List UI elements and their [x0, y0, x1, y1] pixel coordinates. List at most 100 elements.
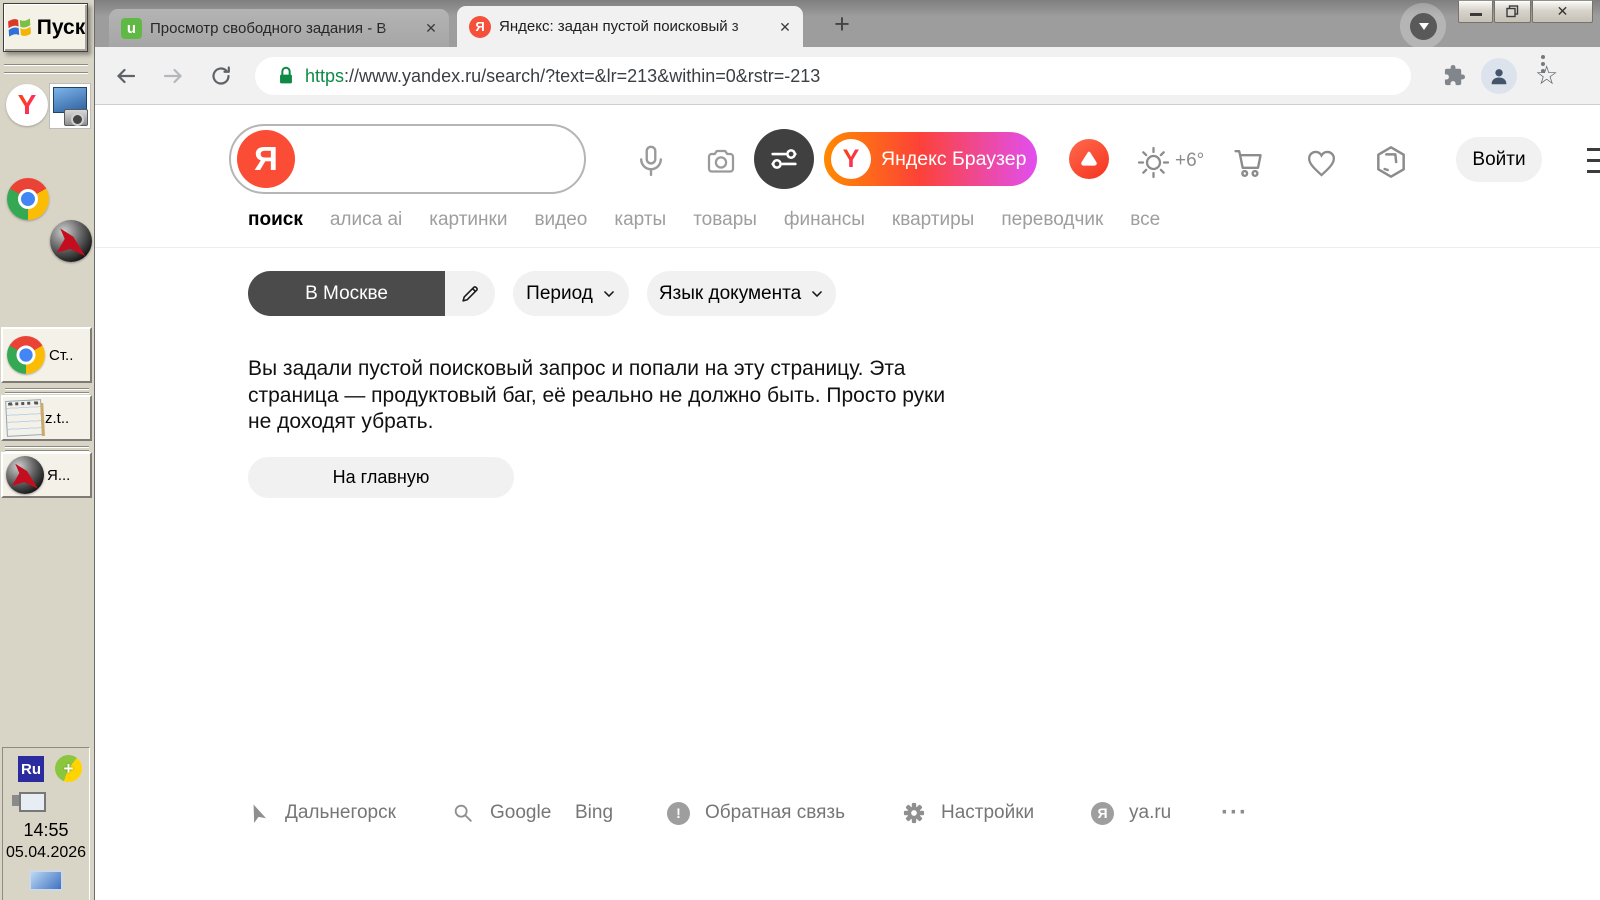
search-icon[interactable]: [452, 798, 474, 828]
nav-tab-maps[interactable]: карты: [614, 209, 666, 231]
taskbar-item-chrome[interactable]: Ст..: [1, 327, 92, 383]
start-button[interactable]: Пуск: [3, 3, 88, 52]
weather-temperature[interactable]: +6°: [1175, 150, 1204, 172]
profile-avatar[interactable]: [1481, 58, 1517, 94]
page-footer: Дальнегорск Google Bing ! Обратная связь: [95, 798, 1600, 828]
footer-city[interactable]: Дальнегорск: [285, 798, 396, 828]
forward-button[interactable]: [161, 64, 185, 88]
alice-assistant-icon[interactable]: [1069, 139, 1109, 179]
footer-yaru-link[interactable]: ya.ru: [1129, 798, 1171, 828]
hamburger-menu-icon[interactable]: [1587, 148, 1600, 181]
reload-button[interactable]: [209, 64, 233, 88]
yaru-icon[interactable]: Я: [1091, 798, 1114, 828]
feedback-icon[interactable]: !: [667, 798, 690, 828]
nav-tab-alice[interactable]: алиса ai: [330, 209, 402, 231]
chevron-down-icon: [812, 290, 822, 297]
location-filter-button[interactable]: В Москве: [248, 271, 445, 316]
search-settings-sliders-icon[interactable]: [754, 129, 814, 189]
login-button[interactable]: Войти: [1456, 137, 1542, 182]
go-home-button[interactable]: На главную: [248, 457, 514, 498]
favorites-heart-icon[interactable]: [1303, 145, 1340, 182]
nav-tab-search[interactable]: поиск: [248, 209, 303, 231]
yandex-browser-promo-button[interactable]: Y Яндекс Браузер: [824, 132, 1037, 186]
url-scheme: https: [305, 66, 345, 86]
empty-query-message: Вы задали пустой поисковый запрос и попа…: [248, 357, 946, 433]
location-arrow-icon[interactable]: [246, 798, 268, 828]
desktop-icon-screen-capture[interactable]: [49, 83, 91, 129]
taskbar-item-yandex[interactable]: Я...: [1, 452, 92, 498]
taskbar-item-label: Я...: [47, 466, 71, 484]
chevron-down-icon: [1418, 23, 1429, 30]
desktop-icon-yandex-browser[interactable]: Y: [6, 84, 48, 126]
yandex-favicon: Я: [469, 15, 491, 38]
tab-yandex-active[interactable]: Я Яндекс: задан пустой поисковый з: [457, 6, 803, 47]
address-bar[interactable]: https://www.yandex.ru/search/?text=&lr=2…: [255, 57, 1558, 95]
window-restore-button[interactable]: [1494, 0, 1531, 23]
taskbar-divider: [4, 72, 88, 74]
cart-icon[interactable]: [1230, 144, 1268, 182]
doc-language-filter-button[interactable]: Язык документа: [647, 271, 836, 316]
search-input[interactable]: [303, 128, 573, 190]
chevron-down-icon: [603, 290, 614, 297]
edit-location-button[interactable]: [445, 271, 495, 316]
tab-strip: u Просмотр свободного задания - B Я Янде…: [95, 0, 1600, 49]
desktop-icon-chrome[interactable]: [7, 178, 49, 220]
language-indicator[interactable]: Ru: [18, 756, 44, 782]
footer-google-link[interactable]: Google: [490, 798, 551, 828]
nav-tab-images[interactable]: картинки: [429, 209, 507, 231]
extensions-puzzle-icon[interactable]: [1443, 64, 1466, 87]
tab-close-icon[interactable]: [777, 19, 793, 35]
footer-more-button[interactable]: ···: [1221, 798, 1248, 828]
notepad-icon: [5, 399, 43, 437]
tab-uchi[interactable]: u Просмотр свободного задания - B: [109, 9, 449, 47]
window-minimize-button[interactable]: [1458, 0, 1493, 23]
tab-dropdown-button[interactable]: [1410, 13, 1437, 40]
nav-tab-finance[interactable]: финансы: [784, 209, 865, 231]
taskbar-item-notepad[interactable]: z.t..: [1, 395, 92, 441]
services-box-icon[interactable]: [1371, 142, 1411, 182]
desktop-icon-comodo-dragon[interactable]: [50, 220, 92, 262]
network-tray-icon[interactable]: [12, 792, 46, 812]
lock-icon[interactable]: [275, 65, 297, 87]
window-close-button[interactable]: [1532, 0, 1593, 23]
footer-settings-link[interactable]: Настройки: [941, 798, 1034, 828]
browser-toolbar: https://www.yandex.ru/search/?text=&lr=2…: [95, 47, 1600, 105]
weather-sun-icon[interactable]: [1135, 144, 1172, 181]
taskbar-divider: [4, 64, 88, 66]
search-box[interactable]: Я: [229, 124, 586, 194]
voice-search-mic-icon[interactable]: [632, 142, 670, 180]
tab-title: Яндекс: задан пустой поисковый з: [499, 18, 739, 35]
tab-close-icon[interactable]: [423, 20, 439, 36]
taskbar-item-label: z.t..: [45, 409, 70, 427]
desktop-sidebar: Пуск Y Ст.. z.t.. Я... Ru + 14:55 05.04.…: [0, 0, 94, 900]
yandex-logo[interactable]: Я: [237, 130, 295, 188]
image-search-camera-icon[interactable]: [703, 144, 739, 180]
tab-title: Просмотр свободного задания - B: [150, 19, 387, 37]
footer-bing-link[interactable]: Bing: [575, 798, 613, 828]
promo-label: Яндекс Браузер: [881, 147, 1027, 170]
antivirus-tray-icon[interactable]: +: [55, 755, 82, 782]
header-divider: [95, 247, 1600, 248]
comodo-dragon-icon: [6, 456, 44, 494]
browser-menu-icon[interactable]: [1541, 55, 1545, 73]
nav-tab-flats[interactable]: квартиры: [892, 209, 974, 231]
pencil-icon: [462, 285, 478, 302]
show-desktop-icon[interactable]: [29, 870, 63, 891]
camera-icon: [64, 109, 88, 126]
footer-feedback-link[interactable]: Обратная связь: [705, 798, 845, 828]
person-icon: [1491, 69, 1507, 85]
system-tray: Ru + 14:55 05.04.2026: [2, 747, 90, 900]
back-button[interactable]: [114, 64, 138, 88]
nav-tab-translate[interactable]: переводчик: [1001, 209, 1103, 231]
tray-clock: 14:55: [23, 820, 69, 840]
nav-tab-video[interactable]: видео: [534, 209, 587, 231]
url-rest: ://www.yandex.ru/search/?text=&lr=213&wi…: [344, 66, 821, 86]
search-filters: В Москве Период Язык документа: [248, 271, 836, 316]
gear-icon[interactable]: [903, 798, 925, 828]
nav-tab-all[interactable]: все: [1130, 209, 1160, 231]
bookmark-star-icon[interactable]: ☆: [1535, 60, 1558, 91]
search-nav-tabs: поиск алиса ai картинки видео карты това…: [248, 209, 1160, 231]
nav-tab-goods[interactable]: товары: [693, 209, 757, 231]
period-filter-button[interactable]: Период: [513, 271, 629, 316]
new-tab-button[interactable]: [829, 12, 855, 38]
